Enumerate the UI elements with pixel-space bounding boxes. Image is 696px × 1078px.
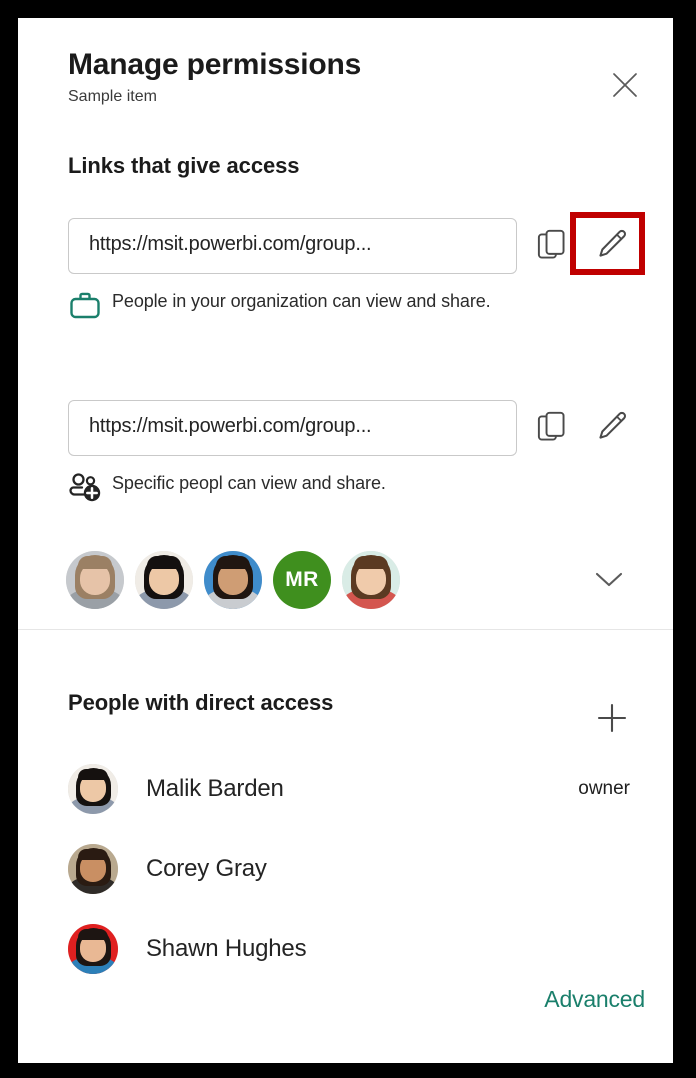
avatar-photo — [68, 924, 118, 974]
copy-link-button[interactable] — [529, 405, 575, 451]
link-url-text: https://msit.powerbi.com/group... — [89, 233, 372, 255]
avatar — [68, 924, 118, 974]
briefcase-icon-wrap — [68, 288, 112, 326]
person-name: Malik Barden — [146, 775, 284, 802]
section-divider — [18, 629, 673, 630]
expand-people-button[interactable] — [581, 552, 637, 608]
avatar-initials: MR — [285, 568, 319, 591]
avatar[interactable] — [204, 551, 262, 609]
close-icon — [613, 73, 637, 97]
avatar[interactable] — [66, 551, 124, 609]
avatar[interactable] — [342, 551, 400, 609]
links-section-title: Links that give access — [68, 153, 300, 178]
plus-icon — [597, 703, 627, 733]
link-description-text: Specific peopl can view and share. — [112, 473, 386, 493]
shared-with-avatars: MR — [66, 551, 411, 609]
page-title: Manage permissions — [68, 48, 362, 81]
list-item[interactable]: Shawn Hughes — [68, 918, 638, 980]
pencil-icon — [599, 229, 626, 257]
edit-link-button[interactable] — [588, 405, 634, 451]
avatar[interactable] — [135, 551, 193, 609]
people-add-icon-wrap — [68, 470, 112, 508]
list-item[interactable]: Malik Barden owner — [68, 758, 638, 820]
link-url-field[interactable]: https://msit.powerbi.com/group... — [68, 218, 517, 274]
link-description-row: People in your organization can view and… — [68, 288, 588, 326]
avatar-photo — [66, 551, 124, 609]
copy-link-button[interactable] — [529, 223, 575, 269]
person-name: Shawn Hughes — [146, 935, 307, 962]
link-description-row: Specific peopl can view and share. — [68, 470, 588, 508]
avatar-photo — [68, 844, 118, 894]
person-role: owner — [578, 778, 630, 799]
link-description-text: People in your organization can view and… — [112, 291, 491, 311]
people-add-icon — [69, 473, 101, 502]
person-name: Corey Gray — [146, 855, 267, 882]
advanced-link[interactable]: Advanced — [544, 986, 645, 1013]
add-people-button[interactable] — [586, 692, 638, 744]
avatar-photo — [342, 551, 400, 609]
item-subtitle: Sample item — [68, 88, 157, 105]
screenshot-frame: Manage permissions Sample item Links tha… — [0, 0, 696, 1078]
copy-icon — [537, 229, 565, 259]
avatar — [68, 844, 118, 894]
panel-header: Manage permissions Sample item — [68, 46, 628, 108]
pencil-icon — [599, 411, 626, 439]
edit-link-button[interactable] — [588, 223, 634, 269]
chevron-down-icon — [595, 572, 623, 587]
avatar — [68, 764, 118, 814]
close-button[interactable] — [596, 56, 654, 114]
manage-permissions-panel: Manage permissions Sample item Links tha… — [18, 18, 673, 1063]
link-url-field[interactable]: https://msit.powerbi.com/group... — [68, 400, 517, 456]
direct-access-title: People with direct access — [68, 690, 334, 715]
avatar-photo — [204, 551, 262, 609]
copy-icon — [537, 411, 565, 441]
avatar-photo — [135, 551, 193, 609]
avatar-photo — [68, 764, 118, 814]
list-item[interactable]: Corey Gray — [68, 838, 638, 900]
link-url-text: https://msit.powerbi.com/group... — [89, 415, 372, 437]
avatar[interactable]: MR — [273, 551, 331, 609]
briefcase-icon — [70, 292, 100, 319]
